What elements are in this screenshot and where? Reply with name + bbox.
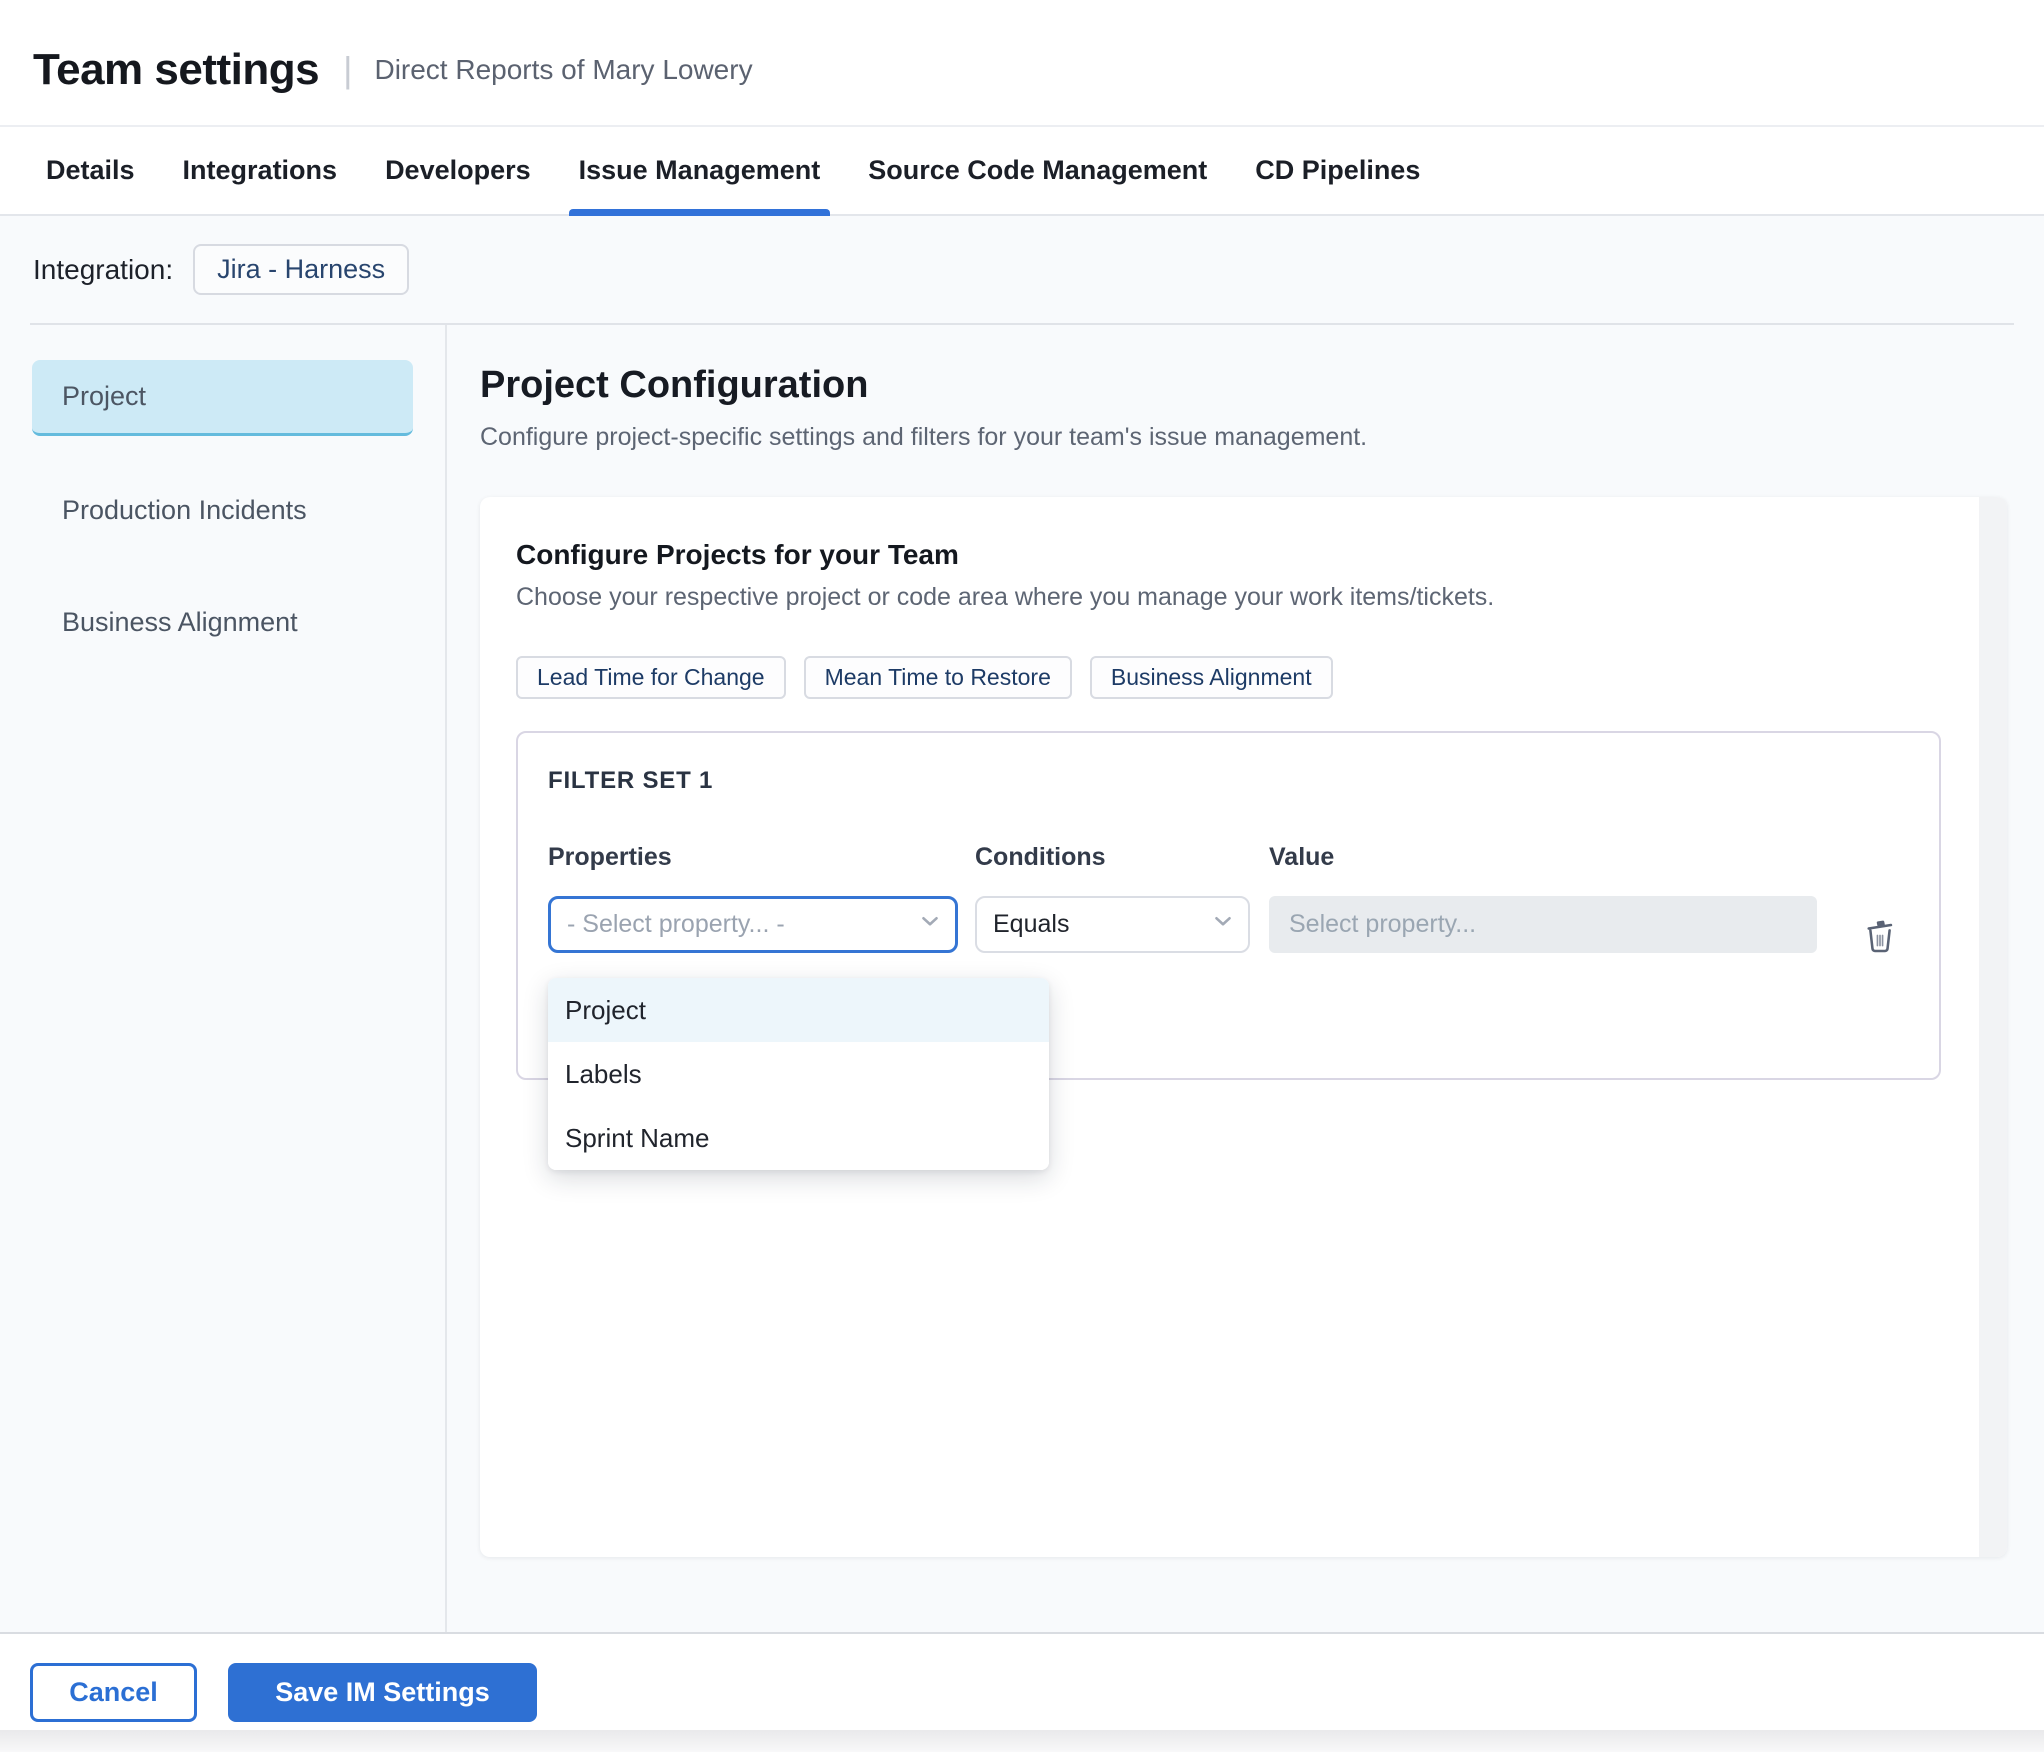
filter-row: Properties - Select property... - Condit… [548,843,1909,959]
integration-chip[interactable]: Jira - Harness [193,244,410,295]
main-panel: Project Configuration Configure project-… [447,325,2044,1632]
tab-details[interactable]: Details [46,127,135,214]
dropdown-option-project[interactable]: Project [548,978,1049,1042]
filter-set-title: FILTER SET 1 [548,767,714,794]
chevron-down-icon [1210,908,1236,941]
page-title: Team settings [33,44,320,94]
chevron-down-icon [917,908,943,941]
value-column-label: Value [1269,843,1335,871]
sidebar-item-business-alignment[interactable]: Business Alignment [32,584,413,660]
delete-filter-button[interactable] [1858,913,1902,959]
cancel-button[interactable]: Cancel [30,1663,197,1722]
tab-bar: Details Integrations Developers Issue Ma… [0,127,2044,216]
integration-label: Integration: [33,253,174,285]
metric-chips: Lead Time for Change Mean Time to Restor… [516,656,1971,699]
trash-icon [1862,920,1898,958]
dropdown-option-labels[interactable]: Labels [548,1042,1049,1106]
section-subtitle: Configure project-specific settings and … [480,423,1368,451]
chip-lead-time-for-change[interactable]: Lead Time for Change [516,656,786,699]
property-dropdown: Project Labels Sprint Name [548,978,1049,1170]
page-header: Team settings | Direct Reports of Mary L… [0,0,2044,127]
integration-row: Integration: Jira - Harness [0,216,2044,323]
properties-column-label: Properties [548,843,672,871]
card-subtitle: Choose your respective project or code a… [516,583,1495,611]
sidebar: Project Production Incidents Business Al… [0,325,447,1632]
value-input[interactable] [1269,896,1817,953]
team-settings-page: Team settings | Direct Reports of Mary L… [0,0,2044,1752]
sidebar-item-project[interactable]: Project [32,360,413,436]
dropdown-option-sprint-name[interactable]: Sprint Name [548,1106,1049,1170]
tab-source-code-management[interactable]: Source Code Management [868,127,1207,214]
tab-developers[interactable]: Developers [385,127,531,214]
filter-set-box: FILTER SET 1 Properties - Select propert… [516,731,1941,1170]
condition-select-value: Equals [993,910,1070,938]
card-scrollbar[interactable] [1979,497,2007,1557]
configure-projects-card: Configure Projects for your Team Choose … [480,497,2007,1557]
page-bottom-fade [0,1730,2044,1752]
conditions-column-label: Conditions [975,843,1106,871]
content-area: Project Production Incidents Business Al… [0,325,2044,1632]
footer-action-bar: Cancel Save IM Settings [0,1632,2044,1752]
section-title: Project Configuration [480,364,869,406]
title-separator: | [343,48,353,90]
condition-select[interactable]: Equals [975,896,1250,953]
tab-issue-management[interactable]: Issue Management [568,127,830,216]
chip-mean-time-to-restore[interactable]: Mean Time to Restore [803,656,1072,699]
sidebar-item-production-incidents[interactable]: Production Incidents [32,472,413,548]
card-title: Configure Projects for your Team [516,539,959,570]
tab-integrations[interactable]: Integrations [183,127,338,214]
chip-business-alignment[interactable]: Business Alignment [1089,656,1333,699]
page-subtitle: Direct Reports of Mary Lowery [374,53,753,85]
property-select-placeholder: - Select property... - [567,910,785,938]
property-select[interactable]: - Select property... - [548,896,958,953]
save-im-settings-button[interactable]: Save IM Settings [228,1663,537,1722]
tab-cd-pipelines[interactable]: CD Pipelines [1255,127,1420,214]
